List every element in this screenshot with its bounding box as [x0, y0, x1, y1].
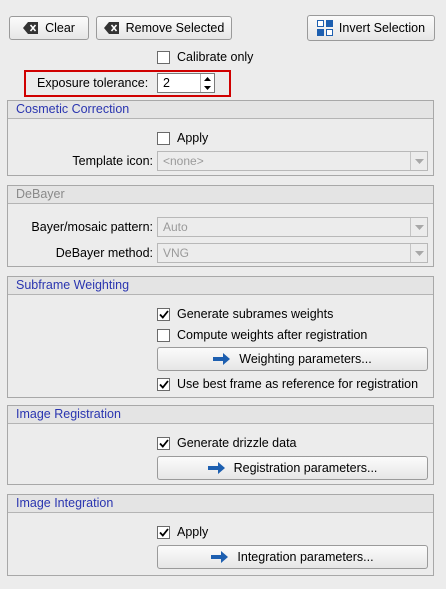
compute-weights-label: Compute weights after registration [177, 328, 368, 342]
image-integration-title[interactable]: Image Integration [8, 495, 433, 513]
debayer-method-label: DeBayer method: [55, 246, 153, 260]
image-registration-title[interactable]: Image Registration [8, 406, 433, 424]
calibrate-only-checkbox[interactable]: Calibrate only [157, 50, 253, 64]
exposure-tolerance-label: Exposure tolerance: [37, 76, 149, 90]
checkmark-icon [158, 527, 169, 537]
calibrate-only-box[interactable] [157, 50, 170, 64]
compute-weights-checkbox[interactable]: Compute weights after registration [157, 328, 367, 342]
calibrate-only-label: Calibrate only [177, 50, 254, 64]
invert-selection-button[interactable]: Invert Selection [307, 15, 435, 41]
registration-parameters-label: Registration parameters... [233, 461, 378, 475]
integration-parameters-label: Integration parameters... [237, 550, 374, 564]
best-frame-checkbox[interactable]: Use best frame as reference for registra… [157, 377, 418, 391]
weighting-parameters-label: Weighting parameters... [239, 352, 372, 366]
checkmark-icon [158, 309, 169, 319]
template-icon-label: Template icon: [72, 154, 153, 168]
exposure-tolerance-value: 2 [163, 76, 170, 90]
cosmetic-apply-label: Apply [177, 131, 209, 145]
integration-apply-label: Apply [177, 525, 209, 539]
debayer-title[interactable]: DeBayer [8, 186, 433, 204]
compute-weights-box[interactable] [157, 328, 170, 342]
spin-down-button[interactable] [200, 83, 214, 92]
generate-weights-checkbox[interactable]: Generate subrames weights [157, 307, 333, 321]
remove-selected-button[interactable]: Remove Selected [96, 16, 232, 40]
generate-weights-box[interactable] [157, 307, 170, 321]
clear-icon [23, 22, 39, 34]
drizzle-label: Generate drizzle data [177, 436, 297, 450]
best-frame-label: Use best frame as reference for registra… [177, 377, 419, 391]
right-arrow-icon [211, 550, 229, 564]
spin-down-icon [204, 85, 211, 90]
template-icon-value: <none> [163, 154, 204, 168]
invert-selection-icon [316, 20, 333, 36]
checkmark-icon [158, 438, 169, 448]
debayer-method-value: VNG [163, 246, 190, 260]
right-arrow-icon [207, 461, 226, 475]
debayer-method-dropdown-icon [410, 244, 427, 262]
subframe-weighting-title[interactable]: Subframe Weighting [8, 277, 433, 295]
weighting-parameters-button[interactable]: Weighting parameters... [157, 347, 428, 371]
exposure-tolerance-spinbox[interactable]: 2 [157, 73, 215, 93]
right-arrow-icon [213, 352, 231, 366]
spin-up-button[interactable] [200, 74, 214, 83]
cosmetic-apply-checkbox[interactable]: Apply [157, 131, 208, 145]
generate-weights-label: Generate subrames weights [177, 307, 334, 321]
invert-selection-label: Invert Selection [338, 21, 426, 35]
bayer-pattern-dropdown-icon [410, 218, 427, 236]
template-icon-combo[interactable]: <none> [157, 151, 428, 171]
checkmark-icon [158, 379, 169, 389]
integration-apply-box[interactable] [157, 525, 170, 539]
integration-apply-checkbox[interactable]: Apply [157, 525, 208, 539]
registration-parameters-button[interactable]: Registration parameters... [157, 456, 428, 480]
cosmetic-apply-box[interactable] [157, 131, 170, 145]
bayer-pattern-value: Auto [163, 220, 188, 234]
remove-selected-label: Remove Selected [125, 21, 225, 35]
cosmetic-correction-title[interactable]: Cosmetic Correction [8, 101, 433, 119]
best-frame-box[interactable] [157, 377, 170, 391]
integration-parameters-button[interactable]: Integration parameters... [157, 545, 428, 569]
bayer-pattern-combo[interactable]: Auto [157, 217, 428, 237]
drizzle-box[interactable] [157, 436, 170, 450]
template-icon-dropdown-icon [410, 152, 427, 170]
clear-label: Clear [45, 21, 75, 35]
bayer-pattern-label: Bayer/mosaic pattern: [31, 220, 153, 234]
debayer-method-combo[interactable]: VNG [157, 243, 428, 263]
spin-up-icon [204, 76, 211, 81]
drizzle-checkbox[interactable]: Generate drizzle data [157, 436, 297, 450]
remove-icon [103, 22, 120, 34]
clear-button[interactable]: Clear [9, 16, 89, 40]
